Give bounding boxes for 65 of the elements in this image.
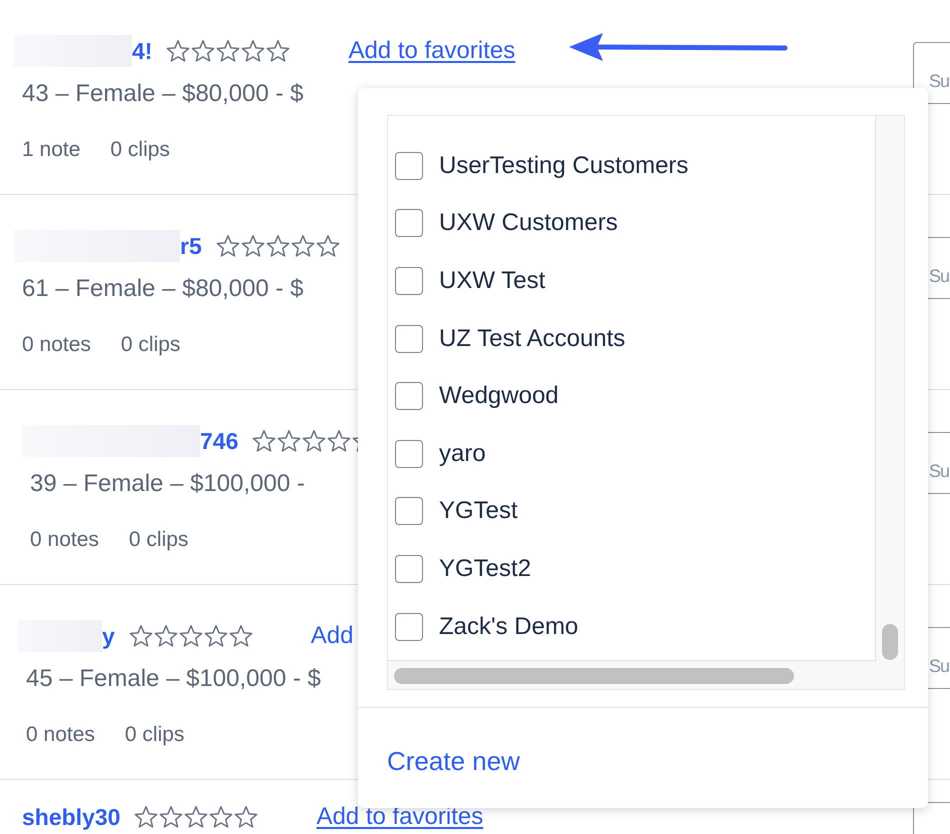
star-icon[interactable] <box>154 624 178 648</box>
horizontal-scrollbar-thumb[interactable] <box>394 668 794 684</box>
participant-name[interactable]: r5 <box>180 228 202 264</box>
participant-name[interactable]: y <box>102 618 115 654</box>
star-icon[interactable] <box>290 234 315 258</box>
checkbox[interactable] <box>395 554 423 583</box>
star-icon[interactable] <box>204 624 228 648</box>
checkbox[interactable] <box>395 382 423 410</box>
clips-count[interactable]: 0 clips <box>124 719 184 750</box>
clips-count[interactable]: 0 clips <box>120 329 180 360</box>
clips-count[interactable]: 0 clips <box>110 134 170 166</box>
star-icon[interactable] <box>277 429 302 453</box>
list-name[interactable]: YGTest <box>439 493 518 530</box>
star-icon[interactable] <box>266 39 290 63</box>
list-name[interactable]: YGTest2 <box>439 550 532 587</box>
star-icon[interactable] <box>134 805 158 829</box>
vertical-scrollbar-thumb[interactable] <box>882 624 898 660</box>
star-icon[interactable] <box>266 234 290 258</box>
star-icon[interactable] <box>241 39 266 63</box>
star-icon[interactable] <box>216 39 240 63</box>
list-name[interactable]: yaro <box>439 436 486 472</box>
list-name[interactable]: Zack's Demo <box>439 608 578 645</box>
participant-name[interactable]: shebly30 <box>22 800 120 834</box>
notes-count[interactable]: 1 note <box>22 134 80 166</box>
participant-details: 43 – Female – $80,000 - $ <box>22 79 304 109</box>
checkbox[interactable] <box>395 266 423 295</box>
participant-name[interactable]: 746 <box>200 424 238 458</box>
star-icon[interactable] <box>316 234 340 258</box>
star-icon[interactable] <box>178 624 203 648</box>
favorites-link[interactable]: Add <box>310 618 354 654</box>
star-icon[interactable] <box>327 429 352 453</box>
star-icon[interactable] <box>240 234 265 258</box>
participant-name[interactable]: 4! <box>132 34 152 68</box>
star-icon[interactable] <box>302 429 326 453</box>
star-icon[interactable] <box>184 805 208 829</box>
create-new-link[interactable]: Create new <box>387 742 520 781</box>
notes-count[interactable]: 0 notes <box>26 719 95 750</box>
star-icon[interactable] <box>216 234 240 258</box>
checkbox[interactable] <box>395 324 423 353</box>
star-icon[interactable] <box>166 39 190 63</box>
participant-details: 39 – Female – $100,000 - <box>30 469 305 499</box>
star-icon[interactable] <box>191 39 216 63</box>
notes-count[interactable]: 0 notes <box>30 524 99 556</box>
checkbox[interactable] <box>395 612 423 641</box>
participant-details: 61 – Female – $80,000 - $ <box>22 274 304 304</box>
checkbox[interactable] <box>395 209 423 238</box>
participant-details: 45 – Female – $100,000 - $ <box>26 664 321 694</box>
action-button[interactable]: Su <box>913 42 950 104</box>
list-name[interactable]: UXW Customers <box>439 205 618 242</box>
list-name[interactable]: UZ Test Accounts <box>439 320 626 357</box>
checkbox[interactable] <box>395 152 423 180</box>
clips-count[interactable]: 0 clips <box>128 524 188 556</box>
star-icon[interactable] <box>252 429 276 453</box>
notes-count[interactable]: 0 notes <box>22 329 91 360</box>
star-icon[interactable] <box>228 624 253 648</box>
list-name[interactable]: Wedgwood <box>439 378 559 414</box>
list-name[interactable]: UserTesting Customers <box>439 148 688 184</box>
checkbox[interactable] <box>395 497 423 526</box>
favorites-link[interactable]: Add to favorites <box>348 33 516 69</box>
list-name[interactable]: UXW Test <box>439 262 546 299</box>
star-icon[interactable] <box>159 805 184 829</box>
checkbox[interactable] <box>395 440 423 468</box>
star-icon[interactable] <box>234 805 258 829</box>
star-icon[interactable] <box>128 624 153 648</box>
star-icon[interactable] <box>209 805 234 829</box>
